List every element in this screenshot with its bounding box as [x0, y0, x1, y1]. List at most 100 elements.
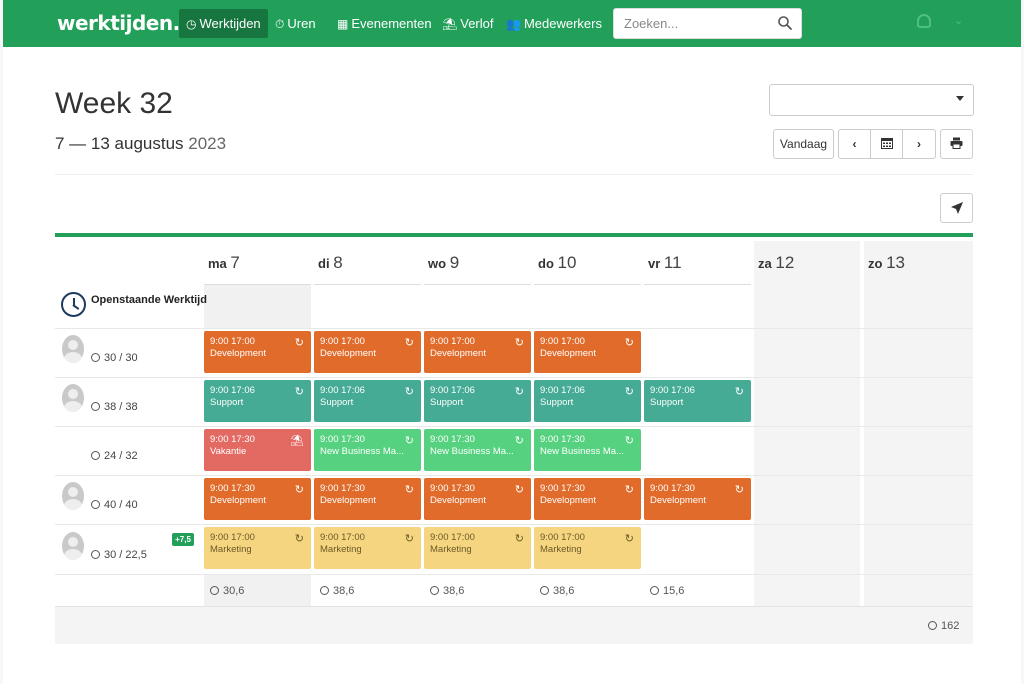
- day-header-do: do 10: [538, 253, 576, 273]
- day-total: 15,6: [650, 585, 684, 597]
- repeat-icon: ↻: [624, 386, 634, 398]
- day-num: 7: [230, 253, 240, 272]
- shift-name: New Business Ma...: [540, 446, 624, 457]
- shift-name: Development: [210, 495, 266, 506]
- filter-select[interactable]: [769, 84, 974, 116]
- shift-time: 9:00 17:30: [430, 483, 475, 494]
- shift-time: 9:00 17:00: [430, 336, 475, 347]
- week-date-range: 7 — 13 augustus 2023: [55, 134, 226, 154]
- shift-card[interactable]: 9:00 17:00 Marketing ↻: [424, 527, 531, 569]
- shift-time: 9:00 17:30: [540, 434, 585, 445]
- shift-time: 9:00 17:30: [430, 434, 475, 445]
- shift-name: Development: [320, 348, 376, 359]
- day-num: 8: [333, 253, 343, 272]
- shift-card[interactable]: 9:00 17:00 Development ↻: [424, 331, 531, 373]
- shift-card[interactable]: 9:00 17:30 New Business Ma... ↻: [534, 429, 641, 471]
- repeat-icon: ↻: [624, 533, 634, 545]
- chevron-down-icon[interactable]: ⌄: [954, 14, 963, 27]
- grand-total-bar: [55, 606, 973, 644]
- shift-card[interactable]: 9:00 17:30 New Business Ma... ↻: [314, 429, 421, 471]
- shift-card[interactable]: 9:00 17:30 Development ↻: [204, 478, 311, 520]
- shift-card[interactable]: 9:00 17:30 Vakantie ⛱: [204, 429, 311, 471]
- shift-name: Development: [540, 495, 596, 506]
- print-button[interactable]: [940, 129, 973, 159]
- shift-card[interactable]: 9:00 17:06 Support ↻: [314, 380, 421, 422]
- shift-card[interactable]: 9:00 17:00 Marketing ↻: [314, 527, 421, 569]
- today-button[interactable]: Vandaag: [773, 129, 834, 159]
- clock-icon: [430, 586, 439, 595]
- shift-name: Marketing: [430, 544, 472, 555]
- repeat-icon: ↻: [294, 484, 304, 496]
- row-divider: [55, 524, 973, 525]
- shift-card[interactable]: 9:00 17:30 Development ↻: [534, 478, 641, 520]
- hours-value: 30 / 30: [104, 352, 138, 364]
- chevron-right-icon: ›: [917, 137, 921, 151]
- shift-name: Support: [210, 397, 244, 408]
- next-week-button[interactable]: ›: [902, 129, 936, 159]
- users-icon: 👥: [506, 17, 521, 31]
- dropdown-caret-icon: [956, 96, 964, 101]
- open-shifts-label: Openstaande Werktijd: [91, 294, 207, 306]
- shift-card[interactable]: 9:00 17:30 New Business Ma... ↻: [424, 429, 531, 471]
- nav-uren[interactable]: ⏱ Uren: [268, 9, 323, 38]
- employee-hours: 30 / 30: [91, 352, 138, 364]
- shift-time: 9:00 17:00: [320, 532, 365, 543]
- avatar[interactable]: [62, 335, 84, 363]
- hours-value: 30 / 22,5: [104, 549, 147, 561]
- shift-card[interactable]: 9:00 17:30 Development ↻: [424, 478, 531, 520]
- shift-name: Marketing: [540, 544, 582, 555]
- prev-week-button[interactable]: ‹: [838, 129, 871, 159]
- shift-card[interactable]: 9:00 17:00 Marketing ↻: [534, 527, 641, 569]
- nav-medewerkers[interactable]: 👥 Medewerkers: [499, 9, 609, 38]
- date-range-text: 7 — 13 augustus: [55, 134, 184, 153]
- search-icon[interactable]: [777, 15, 793, 31]
- shift-card[interactable]: 9:00 17:06 Support ↻: [204, 380, 311, 422]
- search-box: [613, 8, 802, 39]
- nav-evenementen[interactable]: ▦ Evenementen: [330, 9, 439, 38]
- user-account-icon[interactable]: [917, 14, 931, 28]
- shift-name: Support: [540, 397, 574, 408]
- shift-card[interactable]: 9:00 17:30 Development ↻: [314, 478, 421, 520]
- shift-card[interactable]: 9:00 17:00 Marketing ↻: [204, 527, 311, 569]
- clock-icon: [320, 586, 329, 595]
- repeat-icon: ↻: [624, 435, 634, 447]
- calendar-picker-button[interactable]: [870, 129, 903, 159]
- shift-name: Development: [320, 495, 376, 506]
- date-range-year: 2023: [188, 134, 227, 153]
- open-shift-clock-icon: [61, 292, 86, 317]
- shift-card[interactable]: 9:00 17:30 Development ↻: [644, 478, 751, 520]
- nav-verlof[interactable]: ⛱ Verlof: [435, 9, 500, 38]
- weekend-column-za: [754, 241, 860, 607]
- shift-card[interactable]: 9:00 17:06 Support ↻: [534, 380, 641, 422]
- shift-card[interactable]: 9:00 17:00 Development ↻: [314, 331, 421, 373]
- nav-werktijden[interactable]: ◷ Werktijden: [179, 9, 268, 38]
- shift-card[interactable]: 9:00 17:00 Development ↻: [204, 331, 311, 373]
- day-total: 38,6: [320, 585, 354, 597]
- shift-card[interactable]: 9:00 17:00 Development ↻: [534, 331, 641, 373]
- row-divider: [55, 475, 973, 476]
- send-schedule-button[interactable]: [940, 193, 973, 223]
- day-num: 12: [775, 253, 795, 272]
- hours-value: 38 / 38: [104, 401, 138, 413]
- shift-card[interactable]: 9:00 17:06 Support ↻: [644, 380, 751, 422]
- search-input[interactable]: [614, 9, 774, 38]
- avatar[interactable]: [62, 384, 84, 412]
- open-shift-cell[interactable]: [204, 285, 311, 328]
- repeat-icon: ↻: [404, 435, 414, 447]
- shift-time: 9:00 17:06: [210, 385, 255, 396]
- shift-time: 9:00 17:06: [430, 385, 475, 396]
- repeat-icon: ↻: [514, 533, 524, 545]
- avatar[interactable]: [62, 482, 84, 510]
- employee-hours: 24 / 32: [91, 450, 138, 462]
- shift-card[interactable]: 9:00 17:06 Support ↻: [424, 380, 531, 422]
- day-total: 38,6: [540, 585, 574, 597]
- repeat-icon: ↻: [294, 533, 304, 545]
- header-underline: [644, 284, 751, 285]
- avatar[interactable]: [62, 532, 84, 560]
- page-title: Week 32: [55, 87, 173, 120]
- shift-time: 9:00 17:00: [540, 532, 585, 543]
- nav-label: Evenementen: [351, 16, 432, 31]
- shift-time: 9:00 17:30: [210, 483, 255, 494]
- row-divider: [55, 574, 973, 575]
- repeat-icon: ↻: [734, 484, 744, 496]
